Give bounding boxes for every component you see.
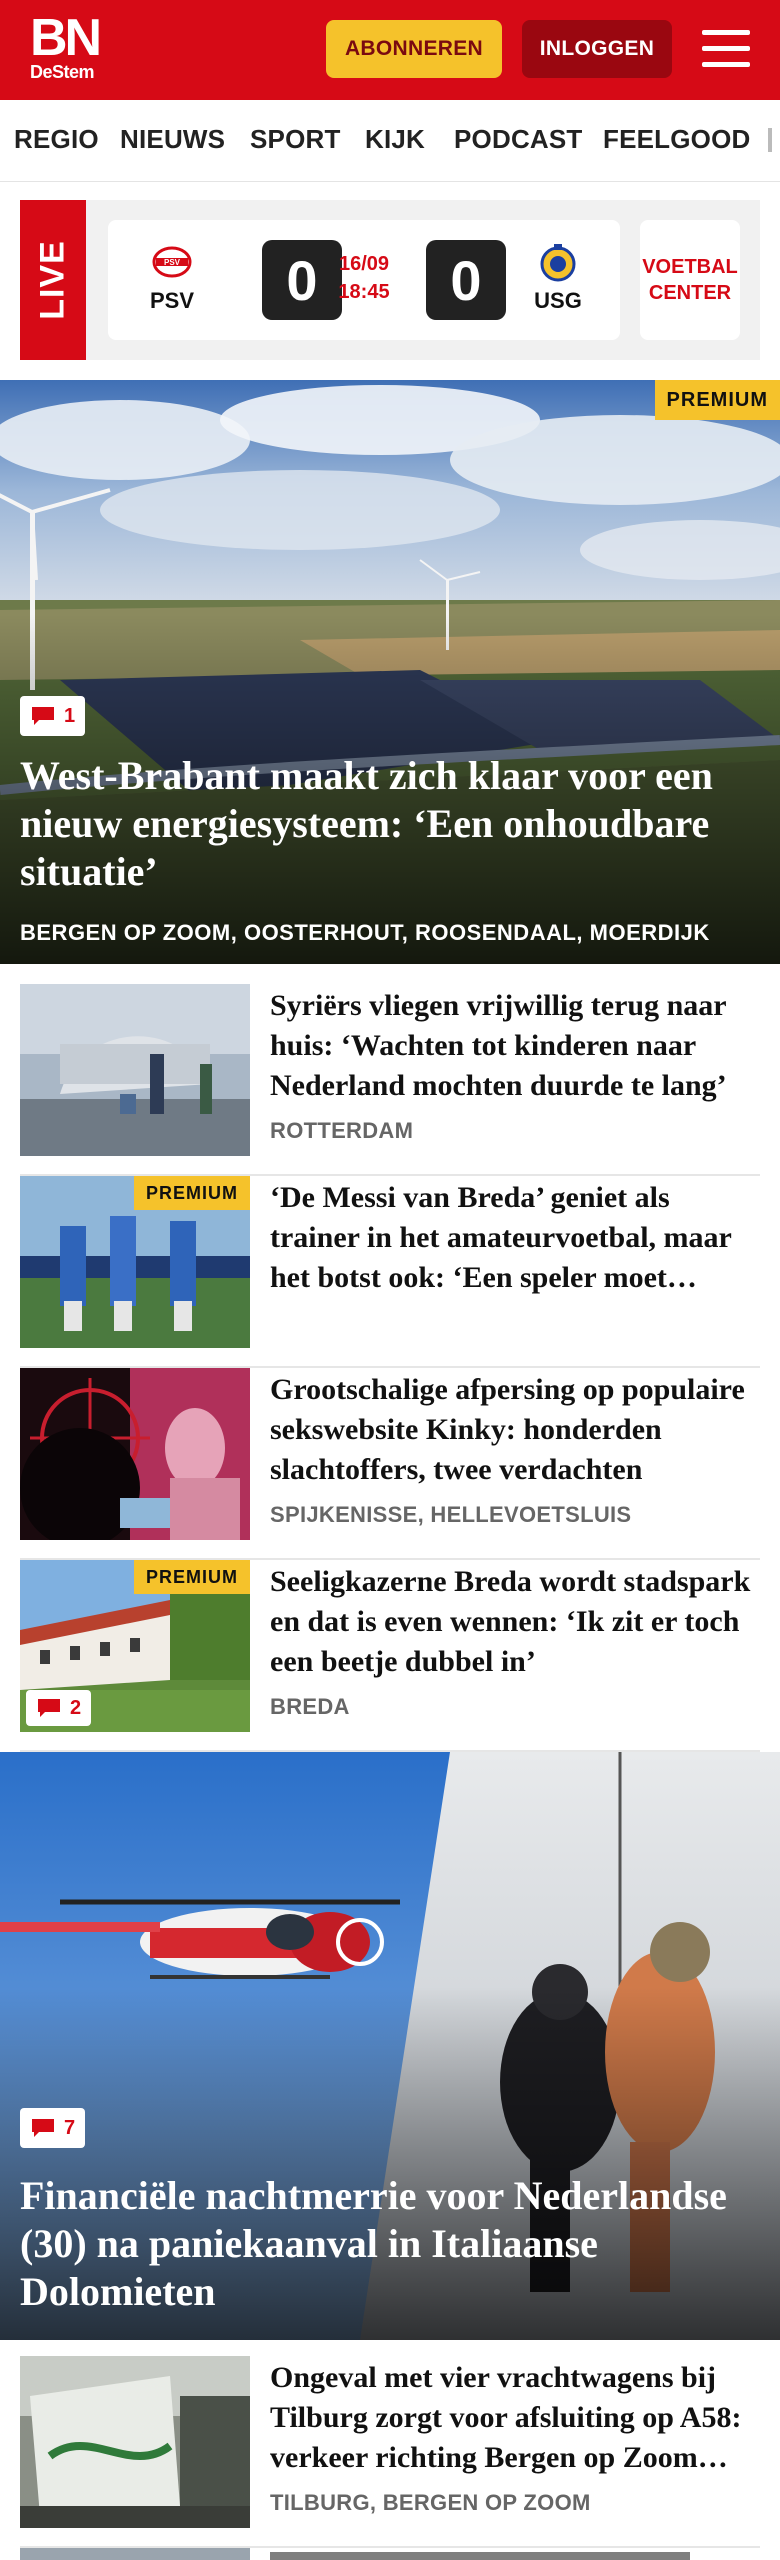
article-title[interactable]: Ongeval met vier vrachtwagens bij Tilbur… xyxy=(270,2358,760,2478)
nav-item-kijk[interactable]: KIJK xyxy=(365,124,425,155)
away-score: 0 xyxy=(426,240,506,320)
list-item[interactable]: Ongeval met vier vrachtwagens bij Tilbur… xyxy=(20,2356,760,2548)
site-header: BN DeStem ABONNEREN INLOGGEN xyxy=(0,0,780,100)
comment-count[interactable]: 7 xyxy=(20,2108,86,2148)
nav-item-regio[interactable]: REGIO xyxy=(14,124,99,155)
comment-icon xyxy=(32,2119,54,2137)
article-location: TILBURG, BERGEN OP ZOOM xyxy=(270,2490,591,2515)
away-team: USG xyxy=(518,242,598,314)
article-thumbnail xyxy=(20,2356,250,2528)
logo-sub: DeStem xyxy=(30,62,95,82)
list-item[interactable]: PREMIUM 2 Seeligkazerne Breda wordt stad… xyxy=(20,1560,760,1752)
site-logo[interactable]: BN DeStem xyxy=(30,9,120,82)
nav-item-podcast[interactable]: PODCAST xyxy=(454,124,583,155)
live-tag: LIVE xyxy=(20,200,86,360)
login-button[interactable]: INLOGGEN xyxy=(522,20,672,78)
match-card[interactable]: PSV PSV 0 16/09 18:45 0 USG xyxy=(108,220,620,340)
comment-icon xyxy=(38,1699,60,1717)
svg-text:PSV: PSV xyxy=(164,258,181,267)
hamburger-menu-icon[interactable] xyxy=(700,26,752,72)
nav-item-sport[interactable]: SPORT xyxy=(250,124,341,155)
list-item[interactable]: Grootschalige afpersing op populaire sek… xyxy=(20,1368,760,1560)
list-item[interactable]: PREMIUM ‘De Messi van Breda’ geniet als … xyxy=(20,1176,760,1368)
premium-badge: PREMIUM xyxy=(654,380,780,420)
article-title-partial xyxy=(270,2552,690,2560)
hero-article[interactable]: PREMIUM 1 West-Brabant maakt zich klaar … xyxy=(0,380,780,964)
article-title[interactable]: ‘De Messi van Breda’ geniet als trainer … xyxy=(270,1178,760,1298)
article-title[interactable]: Seeligkazerne Breda wordt stadspark en d… xyxy=(270,1562,760,1682)
match-datetime: 16/09 18:45 xyxy=(326,250,402,306)
list-item-partial[interactable] xyxy=(20,2548,760,2560)
article-thumbnail: PREMIUM 2 xyxy=(20,1560,250,1732)
premium-badge: PREMIUM xyxy=(134,1176,250,1210)
list-item[interactable]: Syriërs vliegen vrijwillig terug naar hu… xyxy=(20,984,760,1176)
subscribe-button[interactable]: ABONNEREN xyxy=(326,20,502,78)
article-location: SPIJKENISSE, HELLEVOETSLUIS xyxy=(270,1502,632,1527)
article-thumbnail: PREMIUM xyxy=(20,1176,250,1348)
section-nav: REGIO NIEUWS SPORT KIJK PODCAST FEELGOOD xyxy=(0,100,780,182)
article-location: BREDA xyxy=(270,1694,350,1719)
match-time: 18:45 xyxy=(338,281,390,303)
nav-item-feelgood[interactable]: FEELGOOD xyxy=(603,124,751,155)
article-location: ROTTERDAM xyxy=(270,1118,414,1143)
article-title[interactable]: Syriërs vliegen vrijwillig terug naar hu… xyxy=(270,986,760,1106)
hero-title[interactable]: West-Brabant maakt zich klaar voor een n… xyxy=(20,752,760,896)
thumbnail-image xyxy=(20,2356,250,2528)
article-thumbnail xyxy=(20,2548,250,2560)
logo-main: BN xyxy=(30,9,102,67)
thumbnail-image xyxy=(20,1368,250,1540)
hero-article-2[interactable]: 7 Financiële nachtmerrie voor Nederlands… xyxy=(0,1752,780,2340)
live-score-widget[interactable]: LIVE PSV PSV 0 16/09 18:45 0 USG VOETBAL… xyxy=(20,200,760,360)
thumbnail-image xyxy=(20,984,250,1156)
nav-overflow-indicator xyxy=(768,128,772,152)
home-team: PSV PSV xyxy=(132,242,212,314)
hero-locations: BERGEN OP ZOOM, OOSTERHOUT, ROOSENDAAL, … xyxy=(20,920,710,945)
article-thumbnail xyxy=(20,1368,250,1540)
hero-title[interactable]: Financiële nachtmerrie voor Nederlandse … xyxy=(20,2172,760,2316)
comment-icon xyxy=(32,707,54,725)
comment-count[interactable]: 2 xyxy=(26,1690,92,1726)
comment-count[interactable]: 1 xyxy=(20,696,86,736)
psv-crest-icon: PSV xyxy=(152,246,192,278)
usg-crest-icon xyxy=(540,244,576,282)
article-thumbnail xyxy=(20,984,250,1156)
nav-item-nieuws[interactable]: NIEUWS xyxy=(120,124,225,155)
match-date: 16/09 xyxy=(338,253,390,275)
voetbal-center-button[interactable]: VOETBAL CENTER xyxy=(640,220,740,340)
article-title[interactable]: Grootschalige afpersing op populaire sek… xyxy=(270,1370,760,1490)
premium-badge: PREMIUM xyxy=(134,1560,250,1594)
